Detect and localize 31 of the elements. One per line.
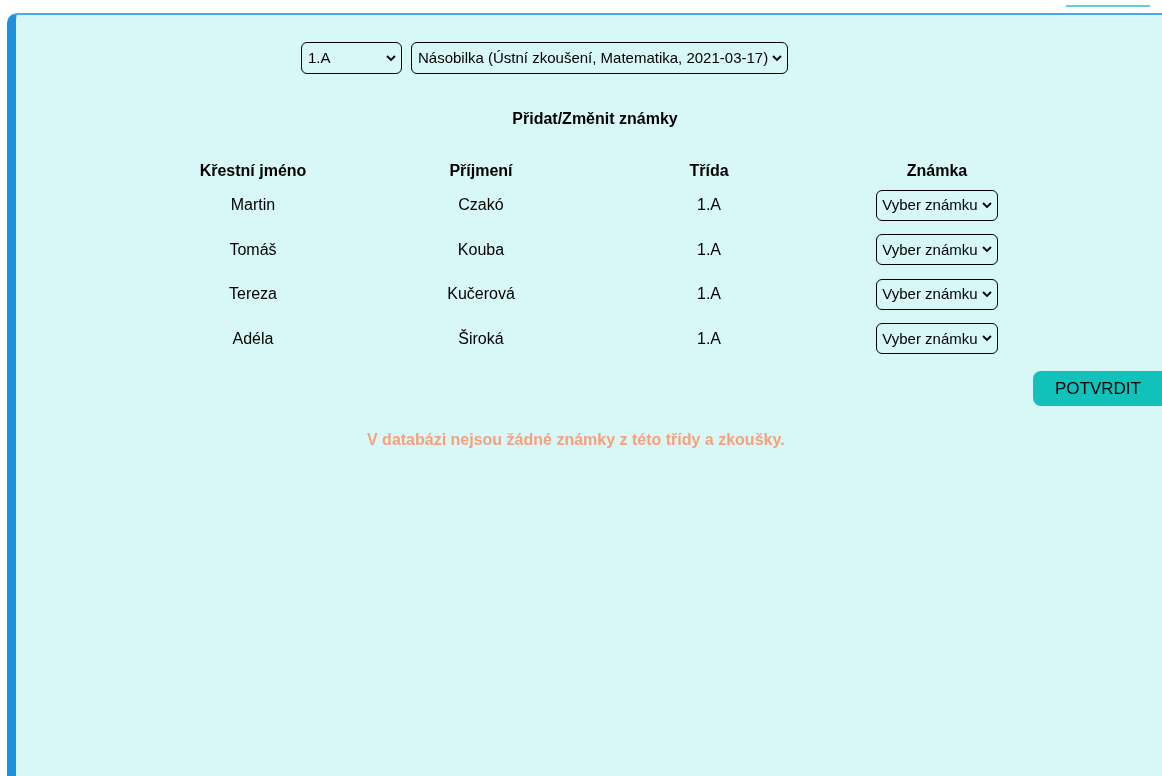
table-cell-text: Široká (458, 328, 504, 349)
table-cell-text: 1.A (697, 328, 721, 349)
class-select[interactable]: 1.A (301, 42, 402, 74)
table-cell-text: 1.A (697, 239, 721, 260)
chevron-down-icon (386, 54, 396, 62)
chevron-down-icon (981, 290, 992, 298)
column-header: Třída (689, 161, 729, 181)
table-cell-text: Tereza (229, 284, 277, 305)
column-header: Křestní jméno (199, 161, 307, 181)
grade-select[interactable]: Vyber známku (876, 323, 998, 355)
table-cell-text: Kouba (457, 239, 505, 260)
table-cell-text: 1.A (697, 284, 721, 305)
table-cell-text: Tomáš (229, 239, 277, 260)
section-heading: Přidat/Změnit známky (511, 109, 679, 129)
empty-message: V databázi nejsou žádné známky z této třídy a zkoušky. (367, 430, 786, 450)
table-cell-text: Adéla (232, 328, 274, 349)
confirm-button[interactable]: POTVRDIT (1033, 371, 1162, 406)
exam-select[interactable]: Násobilka (Ústní zkoušení, Matematika, 2021-03-17) (411, 42, 789, 74)
chevron-down-icon (981, 246, 992, 254)
table-cell-text: 1.A (697, 195, 721, 216)
chevron-down-icon (981, 201, 992, 209)
table-cell-text: Czakó (458, 195, 504, 216)
grade-select[interactable]: Vyber známku (876, 278, 998, 310)
chevron-down-icon (981, 335, 992, 343)
grade-select[interactable]: Vyber známku (876, 189, 998, 221)
grade-select[interactable]: Vyber známku (876, 234, 998, 266)
chevron-down-icon (772, 54, 783, 62)
table-cell-text: Kučerová (447, 284, 515, 305)
column-header: Příjmení (449, 161, 513, 181)
table-cell-text: Martin (230, 195, 276, 216)
column-header: Známka (906, 161, 968, 181)
